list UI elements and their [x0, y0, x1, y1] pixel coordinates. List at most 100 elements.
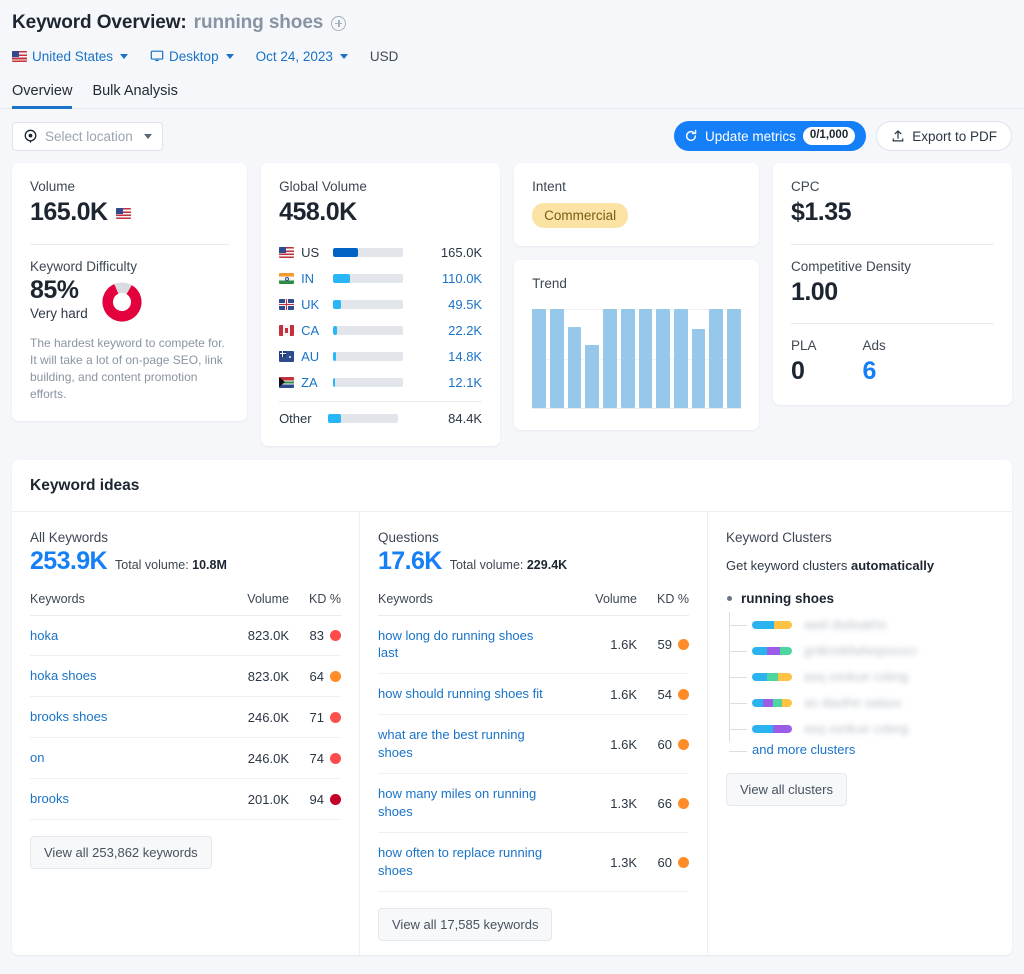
cluster-root: running shoes	[726, 591, 994, 606]
global-volume-row[interactable]: ZA 12.1K	[279, 370, 482, 396]
questions-label: Questions	[378, 529, 439, 545]
view-all-clusters-button[interactable]: View all clusters	[726, 772, 847, 806]
volume-bar	[328, 414, 399, 423]
global-volume-row[interactable]: UK 49.5K	[279, 292, 482, 318]
cluster-item[interactable]: gniknokfwlwqssxxci	[729, 638, 994, 664]
flag-us-icon	[12, 50, 27, 62]
volume-cell: 823.0K	[215, 655, 289, 698]
table-row[interactable]: how long do running shoes last 1.6K 59	[378, 615, 689, 675]
total-volume-value: 10.8M	[192, 557, 227, 572]
cluster-item[interactable]: asq xsnkue cxbng	[729, 716, 994, 742]
trend-card: Trend	[514, 260, 759, 430]
table-row[interactable]: on 246.0K 74	[30, 737, 341, 780]
global-volume-row[interactable]: AU 14.8K	[279, 344, 482, 370]
country-volume: 49.5K	[448, 297, 483, 312]
column-header-volume: Volume	[215, 591, 289, 616]
cluster-item[interactable]: asq xsnkue cxbng	[729, 664, 994, 690]
cluster-color-pill	[752, 672, 792, 681]
select-location-dropdown[interactable]: Select location	[12, 121, 163, 151]
chevron-down-icon	[225, 53, 234, 59]
keyword-cell[interactable]: on	[30, 737, 215, 780]
view-all-questions-button[interactable]: View all 17,585 keywords	[378, 907, 553, 941]
keyword-cell[interactable]: how long do running shoes last	[378, 615, 563, 675]
flag-uk-icon	[279, 299, 295, 310]
cluster-item[interactable]: awd dsdsakhs	[729, 612, 994, 638]
keyword-cell[interactable]: hoka shoes	[30, 655, 215, 698]
kd-indicator-dot	[330, 752, 341, 764]
ads-value[interactable]: 6	[862, 356, 885, 387]
tab-bulk-analysis[interactable]: Bulk Analysis	[92, 83, 177, 108]
volume-value-row: 165.0K	[30, 194, 229, 228]
global-volume-other-row: Other 84.4K	[279, 406, 482, 432]
trend-bar	[532, 309, 546, 408]
global-volume-row[interactable]: IN 110.0K	[279, 266, 482, 292]
kd-indicator-dot	[330, 629, 341, 641]
table-row[interactable]: what are the best running shoes 1.6K 60	[378, 714, 689, 775]
update-metrics-button[interactable]: Update metrics 0/1,000	[674, 121, 867, 151]
kd-cell: 60	[637, 714, 689, 775]
cluster-color-pill	[752, 620, 792, 629]
kd-level: Very hard	[30, 306, 88, 322]
table-row[interactable]: how should running shoes fit 1.6K 54	[378, 673, 689, 716]
keyword-cell[interactable]: brooks shoes	[30, 696, 215, 739]
table-row[interactable]: hoka shoes 823.0K 64	[30, 655, 341, 698]
add-keyword-icon[interactable]	[331, 15, 347, 31]
kd-indicator-dot	[678, 856, 689, 868]
cluster-root-label: running shoes	[741, 590, 835, 606]
table-row[interactable]: hoka 823.0K 83	[30, 615, 341, 657]
keyword-cell[interactable]: how often to replace running shoes	[378, 832, 563, 892]
device-label: Desktop	[169, 48, 219, 64]
cluster-color-pill	[752, 698, 792, 707]
desktop-icon	[150, 50, 164, 62]
export-pdf-button[interactable]: Export to PDF	[876, 121, 1012, 151]
intent-label: Intent	[532, 179, 566, 194]
volume-cell: 1.6K	[563, 615, 637, 675]
bullet-icon	[727, 595, 732, 601]
kd-indicator-dot	[678, 797, 689, 809]
tab-overview[interactable]: Overview	[12, 83, 73, 109]
global-volume-value: 458.0K	[279, 198, 357, 226]
clusters-subtitle-bold: automatically	[851, 557, 935, 573]
volume-bar	[333, 300, 404, 309]
page-title: Keyword Overview: running shoes	[12, 8, 1012, 38]
column-header-keywords: Keywords	[30, 591, 215, 616]
table-row[interactable]: how many miles on running shoes 1.3K 66	[378, 773, 689, 834]
country-code: AU	[301, 349, 320, 364]
device-selector[interactable]: Desktop	[150, 49, 234, 64]
country-code: ZA	[301, 375, 318, 390]
keyword-cell[interactable]: how many miles on running shoes	[378, 773, 563, 834]
volume-bar	[333, 326, 404, 335]
clusters-tree: running shoes awd dsdsakhs gniknokfwlwqss…	[726, 591, 994, 757]
keyword-cell[interactable]: how should running shoes fit	[378, 673, 563, 716]
all-keywords-total: Total volume: 10.8M	[115, 558, 227, 572]
view-all-keywords-button[interactable]: View all 253,862 keywords	[30, 836, 212, 870]
intent-badge[interactable]: Commercial	[532, 203, 629, 228]
questions-count[interactable]: 17.6K	[378, 547, 442, 576]
keyword-cell[interactable]: brooks	[30, 778, 215, 821]
cluster-item[interactable]: as dauthe salaxx	[729, 690, 994, 716]
table-row[interactable]: how often to replace running shoes 1.3K 60	[378, 832, 689, 892]
keyword-cell[interactable]: hoka	[30, 615, 215, 657]
cluster-item-label: asq xsnkue cxbng	[804, 721, 909, 736]
kd-description: The hardest keyword to compete for. It w…	[30, 335, 225, 401]
country-selector[interactable]: United States	[12, 49, 129, 64]
all-keywords-count[interactable]: 253.9K	[30, 547, 108, 576]
pla-value: 0	[790, 357, 805, 385]
cluster-item-label: as dauthe salaxx	[804, 695, 902, 710]
keyword-difficulty-row: 85% Very hard	[30, 276, 229, 322]
global-volume-row[interactable]: US 165.0K	[279, 240, 482, 266]
toolbar: Select location Update metrics 0/1,000 E…	[0, 109, 1024, 151]
column-header-kd: KD %	[289, 591, 341, 616]
keyword-cell[interactable]: what are the best running shoes	[378, 714, 563, 775]
country-code: UK	[301, 297, 320, 312]
location-pin-icon	[23, 129, 38, 144]
country-code: CA	[301, 323, 320, 338]
intent-card: Intent Commercial	[514, 163, 759, 246]
cluster-item-label: asq xsnkue cxbng	[804, 669, 909, 684]
table-row[interactable]: brooks 201.0K 94	[30, 778, 341, 821]
more-clusters-link[interactable]: and more clusters	[729, 742, 994, 757]
global-volume-row[interactable]: CA 22.2K	[279, 318, 482, 344]
date-selector[interactable]: Oct 24, 2023	[256, 49, 348, 64]
questions-table: Keywords Volume KD % how long do running…	[378, 591, 689, 892]
table-row[interactable]: brooks shoes 246.0K 71	[30, 696, 341, 739]
